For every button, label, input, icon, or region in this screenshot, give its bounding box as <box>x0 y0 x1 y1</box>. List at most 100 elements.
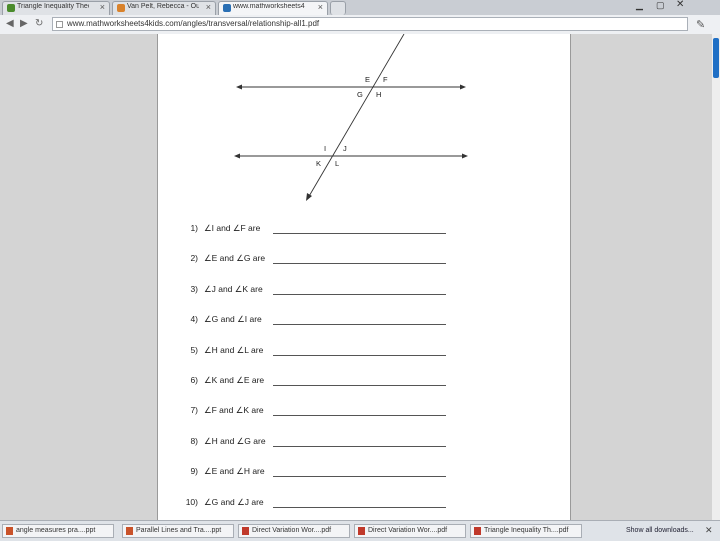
question-row: 4) ∠G and ∠I are <box>158 311 570 329</box>
arrowhead-icon <box>234 153 240 159</box>
answer-blank <box>273 263 446 264</box>
minimize-icon[interactable]: ▁ <box>636 0 643 11</box>
answer-blank <box>273 415 446 416</box>
download-filename: Parallel Lines and Tra....ppt <box>136 527 222 534</box>
page-favicon-icon <box>223 4 231 12</box>
close-tab-icon[interactable]: × <box>206 2 211 12</box>
download-item[interactable]: Triangle Inequality Th....pdf <box>470 524 582 538</box>
pdf-file-icon <box>474 527 481 535</box>
question-text: ∠H and ∠L are <box>204 345 264 355</box>
transversal-diagram: E F G H I J K L <box>234 34 468 201</box>
label-F: F <box>383 75 388 84</box>
question-number: 4) <box>190 314 198 324</box>
answer-blank <box>273 355 446 356</box>
question-text: ∠G and ∠I are <box>204 314 262 324</box>
question-number: 5) <box>190 345 198 355</box>
question-row: 9) ∠E and ∠H are <box>158 463 570 481</box>
answer-blank <box>273 385 446 386</box>
pdf-file-icon <box>242 527 249 535</box>
url-text: www.mathworksheets4kids.com/angles/trans… <box>67 19 320 28</box>
arrowhead-icon <box>460 84 466 90</box>
tab-outlook[interactable]: Van Pelt, Rebecca - Outlook × <box>112 1 216 15</box>
tab-title: Van Pelt, Rebecca - Outlook <box>127 3 199 10</box>
question-row: 6) ∠K and ∠E are <box>158 372 570 390</box>
answer-blank <box>273 507 446 508</box>
question-row: 10) ∠G and ∠J are <box>158 494 570 512</box>
page-info-icon <box>56 21 63 28</box>
question-text: ∠I and ∠F are <box>204 223 261 233</box>
maximize-icon[interactable]: ▢ <box>656 0 665 11</box>
question-number: 6) <box>190 375 198 385</box>
download-filename: Direct Variation Wor....pdf <box>368 527 448 534</box>
question-row: 8) ∠H and ∠G are <box>158 433 570 451</box>
question-row: 5) ∠H and ∠L are <box>158 342 570 360</box>
question-text: ∠K and ∠E are <box>204 375 265 385</box>
tab-mathworksheets[interactable]: www.mathworksheets4kids × <box>218 1 328 15</box>
wrench-menu-icon[interactable]: ✎ <box>696 18 705 31</box>
show-all-downloads-link[interactable]: Show all downloads... <box>626 527 694 534</box>
question-text: ∠J and ∠K are <box>204 284 263 294</box>
question-number: 10) <box>185 497 198 507</box>
label-I: I <box>324 144 326 153</box>
navigation-bar: ◀ ▶ ↻ www.mathworksheets4kids.com/angles… <box>0 15 720 35</box>
label-J: J <box>343 144 347 153</box>
address-input[interactable]: www.mathworksheets4kids.com/angles/trans… <box>52 17 688 31</box>
question-text: ∠E and ∠H are <box>204 466 265 476</box>
page-favicon-icon <box>7 4 15 12</box>
question-row: 7) ∠F and ∠K are <box>158 402 570 420</box>
scrollbar-thumb[interactable] <box>713 38 719 78</box>
pdf-page: E F G H I J K L 1) ∠I and ∠F are 2) ∠E a… <box>157 34 571 520</box>
download-item[interactable]: Direct Variation Wor....pdf <box>238 524 350 538</box>
question-text: ∠H and ∠G are <box>204 436 266 446</box>
tab-strip: Triangle Inequality Theorem × Van Pelt, … <box>0 0 720 15</box>
outlook-favicon-icon <box>117 4 125 12</box>
new-tab-button[interactable] <box>330 1 346 15</box>
tab-triangle-inequality[interactable]: Triangle Inequality Theorem × <box>2 1 110 15</box>
tab-title: www.mathworksheets4kids <box>233 3 305 10</box>
pdf-viewer: E F G H I J K L 1) ∠I and ∠F are 2) ∠E a… <box>0 34 712 520</box>
label-E: E <box>365 75 370 84</box>
question-row: 3) ∠J and ∠K are <box>158 281 570 299</box>
reload-icon[interactable]: ↻ <box>35 18 43 29</box>
download-item[interactable]: Direct Variation Wor....pdf <box>354 524 466 538</box>
close-shelf-icon[interactable]: ✕ <box>705 525 713 536</box>
question-number: 2) <box>190 253 198 263</box>
download-shelf: angle measures pra....ppt Parallel Lines… <box>0 520 720 541</box>
question-number: 7) <box>190 405 198 415</box>
question-row: 2) ∠E and ∠G are <box>158 250 570 268</box>
pdf-file-icon <box>358 527 365 535</box>
download-filename: angle measures pra....ppt <box>16 527 96 534</box>
ppt-file-icon <box>6 527 13 535</box>
arrowhead-icon <box>236 84 242 90</box>
close-tab-icon[interactable]: × <box>100 2 105 12</box>
tab-title: Triangle Inequality Theorem <box>17 3 89 10</box>
close-tab-icon[interactable]: × <box>318 2 323 12</box>
download-filename: Triangle Inequality Th....pdf <box>484 527 569 534</box>
answer-blank <box>273 476 446 477</box>
answer-blank <box>273 233 446 234</box>
question-text: ∠F and ∠K are <box>204 405 264 415</box>
label-G: G <box>357 90 363 99</box>
label-H: H <box>376 90 381 99</box>
window-close-icon[interactable]: ✕ <box>676 0 684 10</box>
download-item[interactable]: Parallel Lines and Tra....ppt <box>122 524 234 538</box>
arrowhead-icon <box>306 193 312 201</box>
question-text: ∠E and ∠G are <box>204 253 266 263</box>
label-K: K <box>316 159 321 168</box>
question-row: 1) ∠I and ∠F are <box>158 220 570 238</box>
question-text: ∠G and ∠J are <box>204 497 264 507</box>
transversal-line <box>307 34 405 199</box>
answer-blank <box>273 446 446 447</box>
question-number: 1) <box>190 223 198 233</box>
question-number: 3) <box>190 284 198 294</box>
back-icon[interactable]: ◀ <box>6 18 14 29</box>
answer-blank <box>273 294 446 295</box>
label-L: L <box>335 159 339 168</box>
question-number: 8) <box>190 436 198 446</box>
vertical-scrollbar[interactable] <box>712 34 720 520</box>
forward-icon[interactable]: ▶ <box>20 18 28 29</box>
download-item[interactable]: angle measures pra....ppt <box>2 524 114 538</box>
answer-blank <box>273 324 446 325</box>
arrowhead-icon <box>462 153 468 159</box>
download-filename: Direct Variation Wor....pdf <box>252 527 332 534</box>
